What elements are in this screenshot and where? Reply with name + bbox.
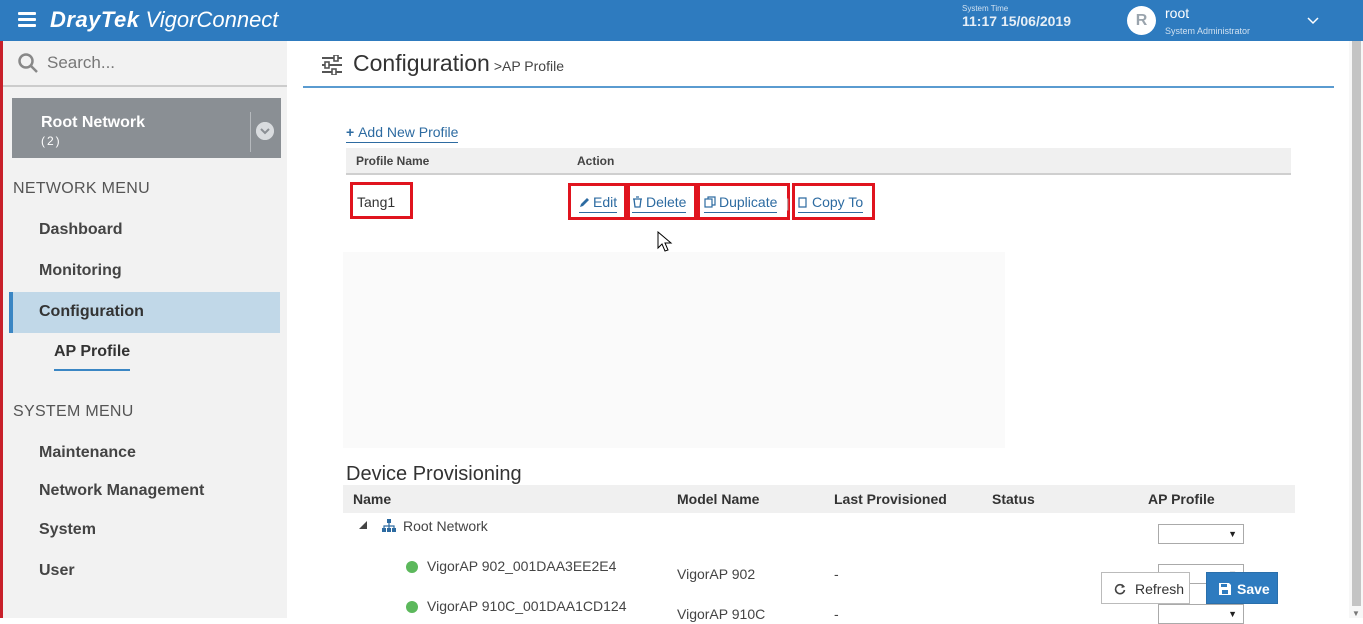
- device-model: VigorAP 902: [677, 566, 756, 582]
- sidebar-item-user[interactable]: User: [39, 562, 75, 580]
- device-model: VigorAP 910C: [677, 606, 766, 622]
- duplicate-label: Duplicate: [719, 194, 778, 210]
- device-name[interactable]: VigorAP 902_001DAA3EE2E4: [427, 558, 616, 574]
- profile-table-header: Profile Name Action: [346, 148, 1291, 175]
- sidebar-item-network-management[interactable]: Network Management: [39, 482, 204, 500]
- page-title: Configuration >AP Profile: [353, 50, 564, 77]
- scrollbar-thumb[interactable]: [1352, 41, 1361, 606]
- copy-icon: [704, 196, 716, 208]
- sidebar: Search... Root Network (2) NETWORK MENU …: [0, 41, 287, 618]
- root-network-node[interactable]: Root Network: [403, 518, 488, 534]
- column-profile-name: Profile Name: [356, 154, 430, 168]
- column-name: Name: [353, 491, 392, 507]
- sidebar-item-dashboard[interactable]: Dashboard: [39, 221, 123, 239]
- profile-name-cell: Tang1: [350, 182, 413, 219]
- network-menu-title: NETWORK MENU: [13, 180, 150, 197]
- status-ok-icon: [406, 601, 418, 613]
- copy-to-highlight: Copy To: [792, 183, 875, 220]
- top-header: DrayTek VigorConnect System Time 11:17 15…: [0, 0, 1363, 41]
- device-name[interactable]: VigorAP 910C_001DAA1CD124: [427, 598, 627, 614]
- sidebar-item-ap-profile[interactable]: AP Profile: [54, 343, 131, 371]
- scrollbar[interactable]: ▼: [1349, 41, 1363, 618]
- refresh-icon: [1114, 583, 1126, 595]
- mouse-cursor-icon: [657, 231, 673, 252]
- status-ok-icon: [406, 561, 418, 573]
- system-menu-title: SYSTEM MENU: [13, 403, 134, 420]
- search-bar[interactable]: Search...: [3, 41, 287, 87]
- network-count: (2): [41, 134, 62, 148]
- dropdown-arrow-icon: ▼: [1228, 529, 1237, 539]
- copy-to-label: Copy To: [812, 194, 864, 210]
- user-name: root: [1165, 5, 1190, 21]
- column-action: Action: [577, 154, 615, 168]
- divider: [250, 112, 251, 152]
- section-title: Device Provisioning: [346, 463, 522, 485]
- duplicate-highlight: Duplicate: [697, 183, 790, 220]
- breadcrumb[interactable]: >AP Profile: [494, 58, 564, 74]
- sidebar-item-system[interactable]: System: [39, 521, 96, 539]
- sliders-icon: [322, 55, 342, 75]
- hamburger-menu-icon[interactable]: [18, 12, 36, 28]
- device-last-provisioned: -: [834, 606, 839, 622]
- network-tree-icon: [382, 519, 396, 532]
- duplicate-button[interactable]: Duplicate: [704, 194, 778, 213]
- column-model-name: Model Name: [677, 491, 760, 507]
- sidebar-item-maintenance[interactable]: Maintenance: [39, 444, 136, 462]
- delete-highlight: [627, 183, 697, 220]
- empty-area: [343, 252, 1005, 448]
- search-input[interactable]: Search...: [47, 53, 115, 73]
- chevron-down-icon[interactable]: [256, 122, 274, 140]
- user-role: System Administrator: [1165, 26, 1251, 36]
- sidebar-item-monitoring[interactable]: Monitoring: [39, 262, 122, 280]
- product-name: VigorConnect: [145, 7, 279, 32]
- sidebar-item-label: Configuration: [39, 303, 144, 320]
- ap-profile-select[interactable]: ▼: [1158, 524, 1244, 544]
- user-info[interactable]: root System Administrator: [1165, 5, 1250, 39]
- device-last-provisioned: -: [834, 566, 839, 582]
- ap-profile-select[interactable]: ▼: [1158, 604, 1244, 624]
- pencil-icon: [580, 198, 589, 207]
- edit-button[interactable]: Edit: [579, 194, 618, 213]
- plus-icon: +: [346, 124, 359, 140]
- system-time: System Time 11:17 15/06/2019: [962, 4, 1071, 31]
- refresh-button[interactable]: Refresh: [1101, 572, 1190, 604]
- page-header: Configuration >AP Profile: [303, 41, 1334, 88]
- copy-icon: [798, 197, 807, 208]
- separator: |: [786, 196, 790, 211]
- app-logo: DrayTek VigorConnect: [50, 7, 278, 33]
- save-label: Save: [1237, 581, 1270, 597]
- network-name: Root Network: [41, 114, 145, 131]
- edit-label: Edit: [593, 194, 618, 210]
- add-profile-label: Add New Profile: [358, 124, 459, 140]
- save-button[interactable]: Save: [1206, 572, 1278, 604]
- column-last-provisioned: Last Provisioned: [834, 491, 947, 507]
- add-profile-button[interactable]: + Add New Profile: [346, 124, 459, 143]
- column-status: Status: [992, 491, 1035, 507]
- collapse-triangle-icon[interactable]: [358, 520, 368, 530]
- floppy-disk-icon: [1219, 583, 1231, 595]
- sidebar-item-configuration[interactable]: Configuration: [9, 292, 280, 333]
- system-time-value: 11:17 15/06/2019: [962, 13, 1071, 29]
- avatar[interactable]: R: [1127, 6, 1156, 35]
- system-time-label: System Time: [962, 4, 1009, 13]
- page-title-text: Configuration: [353, 50, 490, 76]
- chevron-down-icon[interactable]: [1307, 14, 1319, 26]
- provisioning-table-header: Name Model Name Last Provisioned Status …: [343, 485, 1295, 513]
- brand-name: DrayTek: [50, 7, 140, 32]
- scroll-down-icon[interactable]: ▼: [1352, 609, 1360, 618]
- copy-to-button[interactable]: Copy To: [798, 194, 864, 213]
- edit-highlight: Edit: [568, 183, 627, 220]
- refresh-label: Refresh: [1135, 581, 1185, 597]
- network-selector[interactable]: Root Network (2): [12, 98, 281, 158]
- column-ap-profile: AP Profile: [1148, 491, 1215, 507]
- search-icon: [18, 53, 38, 73]
